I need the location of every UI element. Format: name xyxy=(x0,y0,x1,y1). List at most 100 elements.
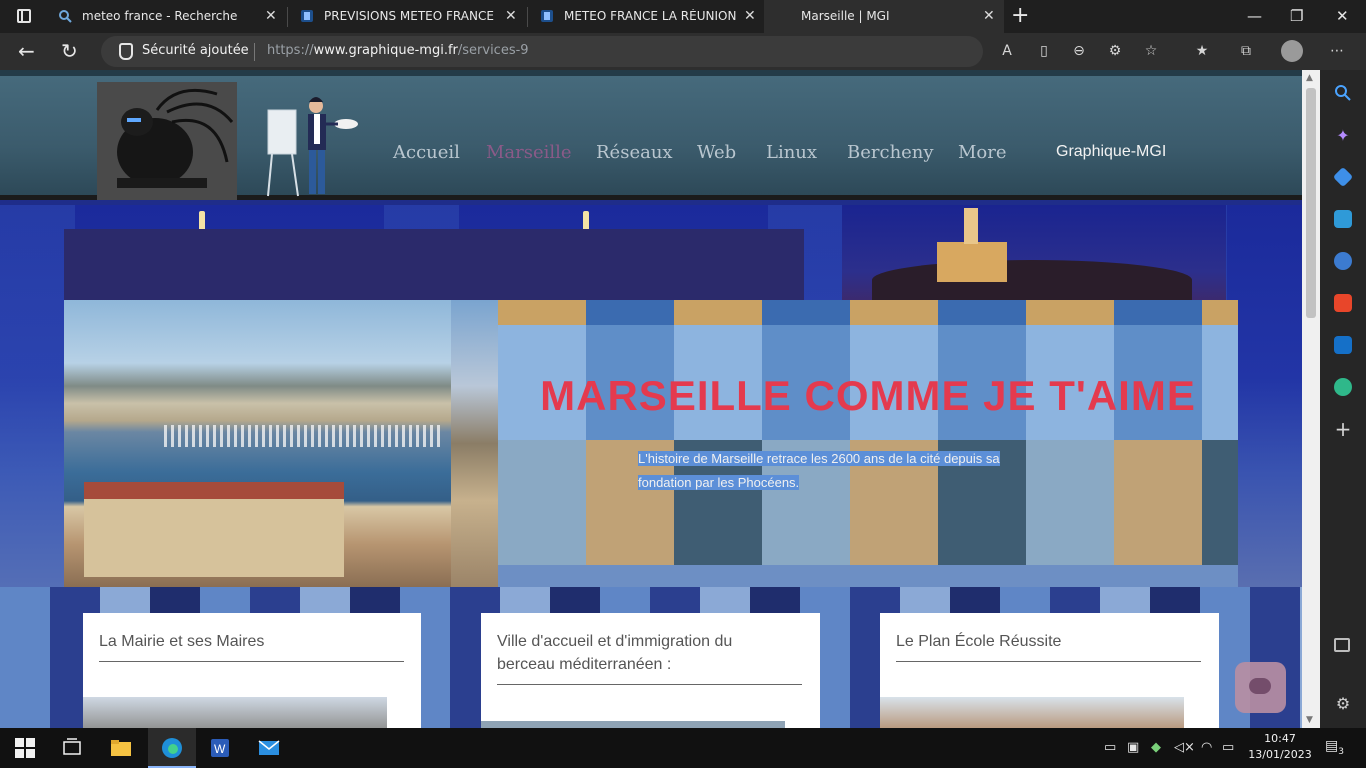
add-favorite-icon[interactable]: ☆ xyxy=(1142,42,1160,60)
hero-collage xyxy=(498,300,1238,590)
search-icon xyxy=(59,10,72,23)
building-shape xyxy=(84,482,344,577)
card-title-line-2: berceau méditerranéen : xyxy=(497,656,672,673)
ecole-photo[interactable] xyxy=(880,697,1184,728)
defender-icon[interactable]: ◆ xyxy=(1151,740,1161,756)
refresh-button[interactable]: ↻ xyxy=(61,39,78,63)
card-title-line-1: Ville d'accueil et d'immigration du xyxy=(497,633,733,650)
tab-meteo-recherche[interactable]: meteo france - Recherche ✕ xyxy=(46,0,286,33)
clock-time: 10:47 xyxy=(1264,732,1296,745)
url-scheme: https:// xyxy=(267,43,314,58)
sidebar-games-icon[interactable] xyxy=(1334,252,1352,270)
sidebar-discover-icon[interactable]: ✦ xyxy=(1334,126,1352,145)
address-bar[interactable]: Sécurité ajoutée https://www.graphique-m… xyxy=(101,36,1012,67)
ville-photo[interactable] xyxy=(481,721,785,728)
close-tab-icon[interactable]: ✕ xyxy=(505,9,517,23)
site-brand[interactable]: Graphique-MGI xyxy=(1056,143,1166,161)
nav-reseaux[interactable]: Réseaux xyxy=(596,142,673,163)
tab-title: meteo france - Recherche xyxy=(82,9,238,23)
sidebar-add-icon[interactable]: + xyxy=(1334,419,1352,439)
sidebar-outlook-icon[interactable] xyxy=(1334,336,1352,354)
close-window-button[interactable]: ✕ xyxy=(1336,6,1349,26)
lead-line-2: fondation par les Phocéens. xyxy=(638,475,800,490)
edge-sidebar: ✦ + ⚙ xyxy=(1320,70,1366,728)
network-icon[interactable]: ◠ xyxy=(1201,740,1212,756)
back-button[interactable]: ← xyxy=(18,39,35,63)
zoom-out-icon[interactable]: ⊖ xyxy=(1070,42,1088,60)
notifications-icon[interactable]: ▤3 xyxy=(1325,738,1344,760)
tab-previsions-meteo[interactable]: PREVISIONS METEO FRANCE - Si ✕ xyxy=(288,0,526,33)
immersive-reader-icon[interactable]: ▯ xyxy=(1035,42,1053,60)
page-scrollbar[interactable]: ▲ ▼ xyxy=(1302,70,1320,728)
mail-icon[interactable] xyxy=(258,737,280,759)
windows-start-icon[interactable] xyxy=(14,737,36,759)
card-plan-ecole[interactable]: Le Plan École Réussite xyxy=(880,613,1219,728)
nav-accueil[interactable]: Accueil xyxy=(393,142,460,163)
mairie-photo[interactable] xyxy=(83,697,387,728)
sidebar-hide-icon[interactable] xyxy=(1334,638,1350,652)
tab-title: PREVISIONS METEO FRANCE - Si xyxy=(324,9,494,23)
url-host: www.graphique-mgi.fr xyxy=(313,43,458,58)
edge-browser-icon[interactable] xyxy=(161,737,183,759)
chat-button[interactable] xyxy=(1235,662,1286,713)
site-favicon-icon xyxy=(301,10,313,22)
card-title[interactable]: Le Plan École Réussite xyxy=(896,630,1061,653)
nav-bercheny[interactable]: Bercheny xyxy=(847,142,934,163)
card-title[interactable]: Ville d'accueil et d'immigration du berc… xyxy=(497,630,732,676)
close-tab-icon[interactable]: ✕ xyxy=(744,9,756,23)
spire-shape xyxy=(964,208,978,244)
nav-web[interactable]: Web xyxy=(697,142,736,163)
scroll-up-icon[interactable]: ▲ xyxy=(1306,73,1313,83)
tracking-prevention-icon[interactable]: ⚙ xyxy=(1106,42,1124,60)
sidebar-search-icon[interactable] xyxy=(1334,84,1352,102)
file-explorer-icon[interactable] xyxy=(110,737,132,759)
close-tab-icon[interactable]: ✕ xyxy=(265,9,277,23)
omnibox-divider xyxy=(254,43,255,61)
read-aloud-icon[interactable]: A xyxy=(998,42,1016,60)
profile-avatar[interactable] xyxy=(1281,40,1303,62)
sidebar-settings-icon[interactable]: ⚙ xyxy=(1334,694,1352,713)
hero-title: MARSEILLE COMME JE T'AIME xyxy=(540,372,1196,419)
close-tab-icon[interactable]: ✕ xyxy=(983,9,995,23)
shield-lock-icon xyxy=(119,43,133,60)
card-divider xyxy=(896,661,1201,662)
nav-marseille[interactable]: Marseille xyxy=(486,142,572,163)
new-tab-button[interactable]: + xyxy=(1011,5,1029,27)
photo-strip xyxy=(451,300,498,587)
card-divider xyxy=(497,684,802,685)
meet-now-icon[interactable]: ▭ xyxy=(1104,740,1116,756)
url-text[interactable]: https://www.graphique-mgi.fr/services-9 xyxy=(267,43,529,58)
more-menu-icon[interactable]: ⋯ xyxy=(1328,42,1346,60)
scroll-down-icon[interactable]: ▼ xyxy=(1306,715,1313,725)
nav-linux[interactable]: Linux xyxy=(766,142,817,163)
word-icon[interactable]: W xyxy=(209,737,231,759)
tab-marseille-mgi[interactable]: Marseille | MGI ✕ xyxy=(764,0,1004,33)
tab-meteo-reunion[interactable]: METEO FRANCE LA RÉUNION pa ✕ xyxy=(528,0,764,33)
robot-logo-image[interactable] xyxy=(97,82,237,200)
screen-capture-icon[interactable]: ▣ xyxy=(1127,740,1139,756)
minimize-button[interactable]: — xyxy=(1247,6,1262,26)
sidebar-shopping-icon[interactable] xyxy=(1332,166,1354,188)
card-title[interactable]: La Mairie et ses Maires xyxy=(99,630,264,653)
card-mairie[interactable]: La Mairie et ses Maires xyxy=(83,613,421,728)
volume-muted-icon[interactable]: ◁× xyxy=(1174,740,1195,756)
sidebar-drop-icon[interactable] xyxy=(1334,378,1352,396)
taskbar-clock[interactable]: 10:47 13/01/2023 xyxy=(1248,731,1312,763)
language-icon[interactable]: ▭ xyxy=(1222,740,1234,756)
sidebar-tools-icon[interactable] xyxy=(1334,210,1352,228)
nav-more[interactable]: More xyxy=(958,142,1007,163)
boats-shape xyxy=(164,425,444,447)
task-view-icon[interactable] xyxy=(61,737,83,759)
notre-dame-night-image xyxy=(842,205,1226,300)
url-path: /services-9 xyxy=(457,43,529,58)
scroll-thumb[interactable] xyxy=(1306,88,1316,318)
tab-actions-button[interactable] xyxy=(8,6,38,28)
card-ville-accueil[interactable]: Ville d'accueil et d'immigration du berc… xyxy=(481,613,820,728)
sidebar-office-icon[interactable] xyxy=(1334,294,1352,312)
church-shape xyxy=(937,242,1007,282)
tab-title: Marseille | MGI xyxy=(801,9,890,23)
restore-button[interactable]: ❐ xyxy=(1290,6,1303,26)
favorites-icon[interactable]: ★ xyxy=(1193,42,1211,60)
collections-icon[interactable]: ⧉ xyxy=(1237,42,1255,60)
painter-illustration-icon xyxy=(267,97,358,197)
